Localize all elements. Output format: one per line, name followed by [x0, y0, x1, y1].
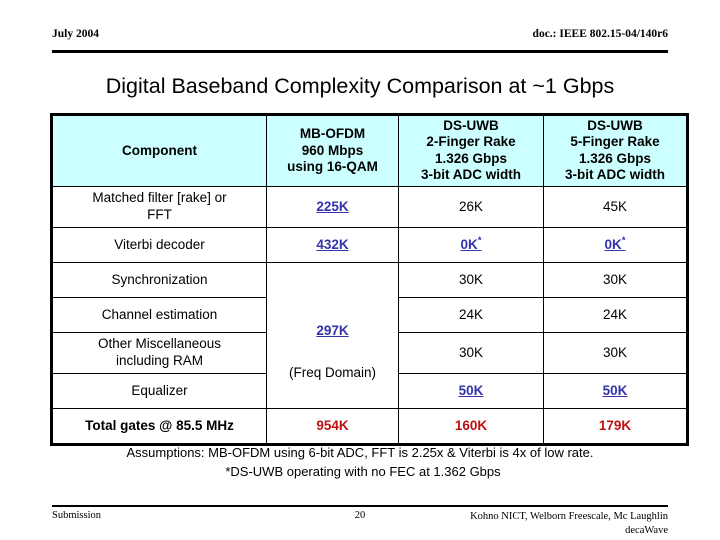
- header-ds2-line2: 2-Finger Rake: [426, 134, 516, 150]
- row-label-equalizer: Equalizer: [51, 372, 267, 409]
- assumptions-notes: Assumptions: MB-OFDM using 6-bit ADC, FF…: [0, 444, 720, 482]
- cell-ds2-matched-filter: 26K: [398, 185, 544, 228]
- row-label-line1: Equalizer: [131, 382, 188, 398]
- header-date: July 2004: [52, 28, 99, 40]
- total-value-mbofdm: 954K: [316, 417, 349, 433]
- header-mbofdm-line1: MB-OFDM: [299, 126, 366, 142]
- header-ds5-line3: 1.326 Gbps: [578, 150, 652, 166]
- assumptions-line-1: Assumptions: MB-OFDM using 6-bit ADC, FF…: [126, 445, 594, 460]
- value-link[interactable]: 0K*: [460, 235, 482, 253]
- footer-authors-line2: decaWave: [625, 524, 668, 536]
- footer-authors-line1: Kohno NICT, Welborn Freescale, Mc Laughl…: [470, 511, 668, 522]
- value-link[interactable]: 0K*: [604, 235, 626, 253]
- merged-note: (Freq Domain): [288, 365, 377, 381]
- complexity-table-container: Component MB-OFDM 960 Mbps using 16-QAM …: [50, 113, 689, 446]
- header-ds2-line4: 3-bit ADC width: [421, 167, 521, 183]
- value-plain: 45K: [602, 198, 628, 214]
- row-label-matched-filter: Matched filter [rake] or FFT: [51, 185, 267, 228]
- footnote-marker: *: [477, 235, 482, 247]
- value-plain: 26K: [458, 198, 484, 214]
- merged-value-wrap: 297K: [270, 323, 395, 339]
- value-plain: 30K: [602, 271, 628, 287]
- row-label-line1: Matched filter [rake] or: [92, 190, 227, 206]
- cell-mbofdm-total: 954K: [266, 407, 399, 445]
- value-link[interactable]: 225K: [316, 199, 348, 214]
- row-label-line2: FFT: [147, 206, 172, 222]
- table-header-row: Component MB-OFDM 960 Mbps using 16-QAM …: [51, 114, 688, 187]
- total-value-ds5: 179K: [598, 417, 632, 433]
- slide-footer: Submission 20 Kohno NICT, Welborn Freesc…: [52, 505, 668, 539]
- cell-ds5-matched-filter: 45K: [543, 185, 688, 228]
- cell-mbofdm-viterbi: 432K: [266, 226, 399, 263]
- cell-ds5-viterbi: 0K*: [543, 226, 688, 263]
- cell-ds2-total: 160K: [398, 407, 544, 445]
- header-mbofdm-line2: 960 Mbps: [301, 142, 364, 158]
- row-label-viterbi-decoder: Viterbi decoder: [51, 226, 267, 263]
- value-link[interactable]: 297K: [316, 323, 348, 338]
- cell-mbofdm-matched-filter: 225K: [266, 185, 399, 228]
- header-mbofdm-line3: using 16-QAM: [287, 159, 378, 175]
- value-link[interactable]: 50K: [459, 383, 484, 398]
- row-label-line1: Viterbi decoder: [114, 236, 205, 252]
- cell-ds2-viterbi: 0K*: [398, 226, 544, 263]
- header-component-label: Component: [122, 142, 197, 158]
- header-ds2-line1: DS-UWB: [443, 118, 499, 133]
- cell-mbofdm-merged: 297K (Freq Domain): [266, 261, 399, 409]
- row-label-other-miscellaneous: Other Miscellaneous including RAM: [51, 331, 267, 374]
- header-ds5-line4: 3-bit ADC width: [565, 167, 665, 183]
- table-row: Matched filter [rake] or FFT 225K 26K 45…: [51, 185, 688, 228]
- slide-header: July 2004 doc.: IEEE 802.15-04/140r6: [52, 28, 668, 53]
- header-cell-mbofdm: MB-OFDM 960 Mbps using 16-QAM: [266, 114, 399, 187]
- row-label-line1: Channel estimation: [101, 306, 218, 322]
- row-label-total-gates: Total gates @ 85.5 MHz: [51, 407, 267, 445]
- header-ds5-line1: DS-UWB: [587, 118, 643, 133]
- total-label: Total gates @ 85.5 MHz: [85, 417, 234, 433]
- row-label-line1: Synchronization: [111, 271, 208, 287]
- row-label-line1: Other Miscellaneous: [97, 336, 222, 352]
- header-doc-ref: doc.: IEEE 802.15-04/140r6: [532, 28, 668, 40]
- header-cell-dsuwb-2finger: DS-UWB 2-Finger Rake 1.326 Gbps 3-bit AD…: [398, 114, 544, 187]
- header-cell-dsuwb-5finger: DS-UWB 5-Finger Rake 1.326 Gbps 3-bit AD…: [543, 114, 688, 187]
- value-plain: 24K: [602, 306, 628, 322]
- row-label-synchronization: Synchronization: [51, 261, 267, 298]
- cell-ds5-channel-estimation: 24K: [543, 296, 688, 333]
- row-label-line2: including RAM: [115, 352, 204, 368]
- table-row: Synchronization 297K (Freq Domain) 30K 3…: [51, 261, 688, 409]
- cell-ds2-equalizer: 50K: [398, 372, 544, 409]
- footer-authors: Kohno NICT, Welborn Freescale, Mc Laughl…: [438, 510, 668, 537]
- cell-ds2-other-misc: 30K: [398, 331, 544, 374]
- cell-ds2-channel-estimation: 24K: [398, 296, 544, 333]
- value-plain: 30K: [602, 344, 628, 360]
- value-text: 0K: [460, 237, 478, 253]
- value-link[interactable]: 432K: [316, 237, 348, 252]
- footnote-marker: *: [621, 235, 626, 247]
- cell-ds5-synchronization: 30K: [543, 261, 688, 298]
- cell-ds5-other-misc: 30K: [543, 331, 688, 374]
- row-label-channel-estimation: Channel estimation: [51, 296, 267, 333]
- cell-ds2-synchronization: 30K: [398, 261, 544, 298]
- complexity-comparison-table: Component MB-OFDM 960 Mbps using 16-QAM …: [50, 113, 689, 446]
- cell-ds5-equalizer: 50K: [543, 372, 688, 409]
- assumptions-line-2: *DS-UWB operating with no FEC at 1.362 G…: [225, 463, 501, 479]
- value-text: 0K: [604, 237, 622, 253]
- table-row: Viterbi decoder 432K 0K* 0K*: [51, 226, 688, 263]
- header-ds5-line2: 5-Finger Rake: [570, 134, 660, 150]
- header-ds2-line3: 1.326 Gbps: [434, 150, 508, 166]
- page-title: Digital Baseband Complexity Comparison a…: [105, 74, 615, 98]
- value-plain: 30K: [458, 271, 484, 287]
- value-plain: 24K: [458, 306, 484, 322]
- header-cell-component: Component: [51, 114, 267, 187]
- value-link[interactable]: 50K: [603, 383, 628, 398]
- total-value-ds2: 160K: [454, 417, 488, 433]
- table-total-row: Total gates @ 85.5 MHz 954K 160K 179K: [51, 407, 688, 445]
- value-plain: 30K: [458, 344, 484, 360]
- cell-ds5-total: 179K: [543, 407, 688, 445]
